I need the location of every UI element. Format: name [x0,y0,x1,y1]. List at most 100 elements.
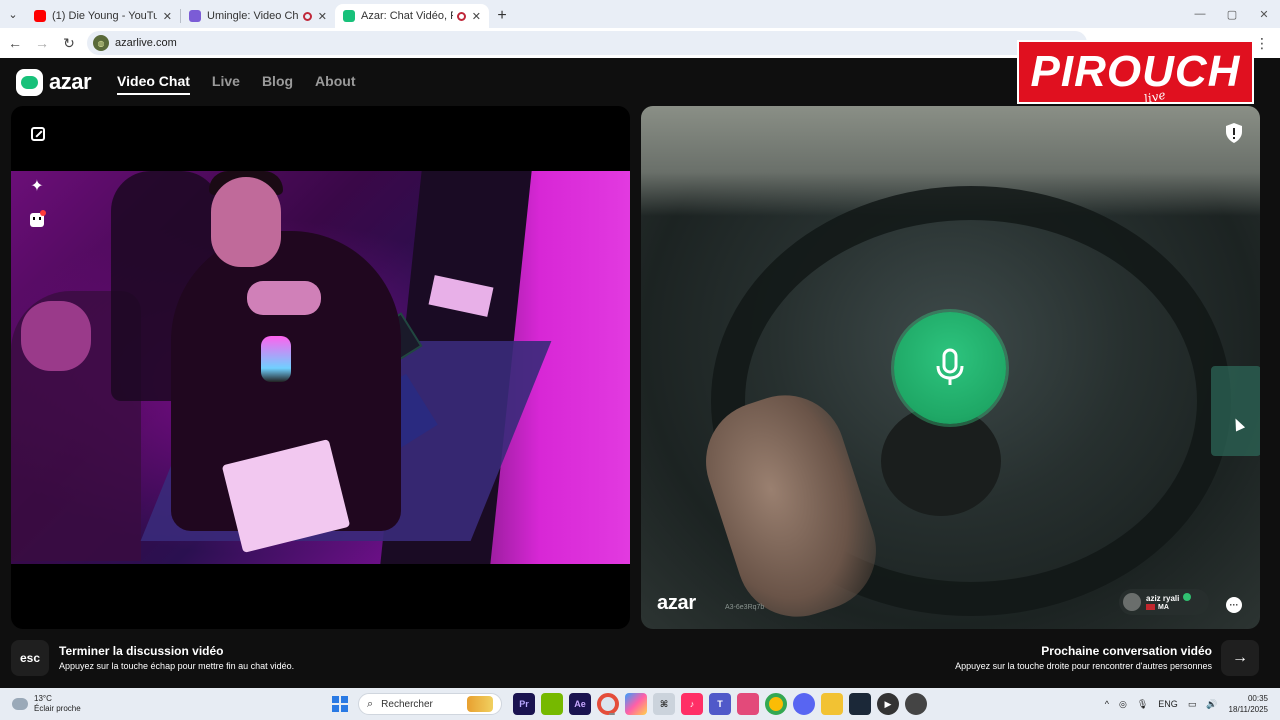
partner-watermark-logo: azar [657,592,696,614]
game-controller-icon[interactable]: ⌘ [653,693,675,715]
chrome-icon[interactable] [765,693,787,715]
reload-icon[interactable]: ↻ [57,31,81,55]
tray-chevron-icon[interactable]: ^ [1105,699,1109,709]
azar-logo[interactable]: azar [16,68,92,96]
next-chat-hint: Prochaine conversation vidéo Appuyez sur… [955,644,1212,671]
esc-key-button[interactable]: esc [11,640,49,676]
sparkle-icon: ✦ [30,178,44,195]
tab-close-icon[interactable]: ✕ [318,10,327,23]
nvidia-icon[interactable] [541,693,563,715]
windows-start-icon[interactable] [332,696,348,712]
browser-tab-bar: ⌄ (1) Die Young - YouTube ✕ Umingle: Vid… [0,0,1280,28]
mic-tray-icon[interactable]: 🎙 [1137,699,1148,710]
premiere-pro-icon[interactable]: Pr [513,693,535,715]
end-chat-subtitle: Appuyez sur la touche échap pour mettre … [59,661,295,671]
effects-button[interactable]: ✦ [25,174,49,198]
notification-dot [40,210,46,216]
taskbar-clock[interactable]: 00:35 18/11/2025 [1229,693,1268,715]
media-player-icon[interactable]: ▶ [877,693,899,715]
pirouch-live-overlay: PIROUCH live [1017,40,1254,106]
tab-close-icon[interactable]: ✕ [163,10,172,23]
volume-icon[interactable]: 🔊 [1206,699,1217,710]
next-conversation-button[interactable]: → [1221,640,1259,676]
end-chat-hint: Terminer la discussion vidéo Appuyez sur… [59,644,294,671]
minimize-video-button[interactable] [26,122,50,146]
nav-blog[interactable]: Blog [262,69,293,95]
maximize-icon[interactable]: ▢ [1216,0,1248,28]
tab-title: Umingle: Video Chat with St [207,10,299,22]
tab-youtube[interactable]: (1) Die Young - YouTube ✕ [26,4,180,28]
network-status-icon[interactable]: ◎ [1119,699,1127,710]
search-icon: ⌕ [367,697,374,710]
overlay-main-text: PIROUCH [1030,47,1241,96]
tiktok-icon[interactable]: ♪ [681,693,703,715]
mask-filter-button[interactable] [25,208,49,232]
search-placeholder: Rechercher [381,698,433,710]
tab-azar[interactable]: Azar: Chat Vidéo, Rencontre ✕ [335,4,489,28]
azar-logo-icon [16,68,43,96]
main-nav: Video Chat Live Blog About [117,69,377,95]
steam-icon[interactable] [849,693,871,715]
weather-desc: Éclair proche [34,704,81,713]
recording-indicator-icon [302,11,312,21]
chat-bubble-icon[interactable]: ··· [1226,597,1242,613]
partner-video-panel: azar A3-6e3Rq7b aziz ryali MA ··· [641,106,1260,629]
arrow-right-icon: → [1232,649,1248,666]
tab-search-chevron-icon[interactable]: ⌄ [0,0,26,28]
after-effects-icon[interactable]: Ae [569,693,591,715]
end-chat-title: Terminer la discussion vidéo [59,644,224,658]
site-info-icon[interactable]: ◍ [93,35,109,51]
windows-taskbar: 13°C Éclair proche ⌕ Rechercher Pr Ae ⌘ … [0,688,1280,720]
azar-favicon-icon [343,10,355,22]
weather-cloud-icon [12,698,28,710]
minimize-icon[interactable]: — [1184,0,1216,28]
nav-about[interactable]: About [315,69,355,95]
clock-time: 00:35 [1247,694,1268,703]
logo-text: azar [49,69,92,94]
tab-title: Azar: Chat Vidéo, Rencontre [361,10,453,22]
tab-close-icon[interactable]: ✕ [472,10,481,23]
umingle-favicon-icon [189,10,201,22]
weather-widget[interactable]: 13°C Éclair proche [12,694,332,714]
close-window-icon[interactable]: ✕ [1248,0,1280,28]
back-arrow-icon[interactable]: ← [3,31,27,55]
weather-temp: 13°C [34,694,52,703]
recording-indicator-icon [456,11,466,21]
nav-live[interactable]: Live [212,69,240,95]
self-video-feed [11,171,630,564]
window-controls: — ▢ ✕ [1184,0,1280,28]
new-tab-button[interactable]: + [489,4,515,28]
forward-arrow-icon[interactable]: → [30,31,54,55]
collapse-icon [31,127,45,141]
azar-app: azar Video Chat Live Blog About PIROUCH … [0,40,1280,688]
avatar [1123,593,1141,611]
partner-country: MA [1146,603,1191,612]
obs-icon[interactable] [905,693,927,715]
copilot-icon[interactable] [625,693,647,715]
flag-icon [1146,604,1155,610]
partner-profile-pill[interactable]: aziz ryali MA [1119,589,1209,615]
url-text: azarlive.com [115,37,177,49]
chrome-active-icon[interactable] [597,693,619,715]
discord-icon[interactable] [793,693,815,715]
clock-date: 18/11/2025 [1228,705,1268,714]
address-bar[interactable]: ◍ azarlive.com [87,31,1087,55]
file-explorer-icon[interactable] [821,693,843,715]
partner-name: aziz ryali [1146,592,1192,603]
language-indicator[interactable]: ENG [1158,699,1178,709]
next-chat-subtitle: Appuyez sur la touche droite pour rencon… [955,661,1212,671]
mic-muted-indicator[interactable] [894,312,1006,424]
nav-video-chat[interactable]: Video Chat [117,69,190,95]
partner-session-id: A3-6e3Rq7b [725,604,765,611]
tab-title: (1) Die Young - YouTube [52,10,157,22]
next-chat-title: Prochaine conversation vidéo [1041,644,1212,658]
tab-umingle[interactable]: Umingle: Video Chat with St ✕ [181,4,335,28]
report-shield-icon[interactable] [1224,122,1244,144]
self-video-panel: ✦ [11,106,630,629]
display-icon[interactable]: ▭ [1188,699,1197,710]
taskbar-search[interactable]: ⌕ Rechercher [358,693,502,715]
teams-icon[interactable]: T [709,693,731,715]
calendar-app-icon[interactable] [737,693,759,715]
search-highlight-icon [467,696,493,712]
verified-icon [1183,592,1192,601]
